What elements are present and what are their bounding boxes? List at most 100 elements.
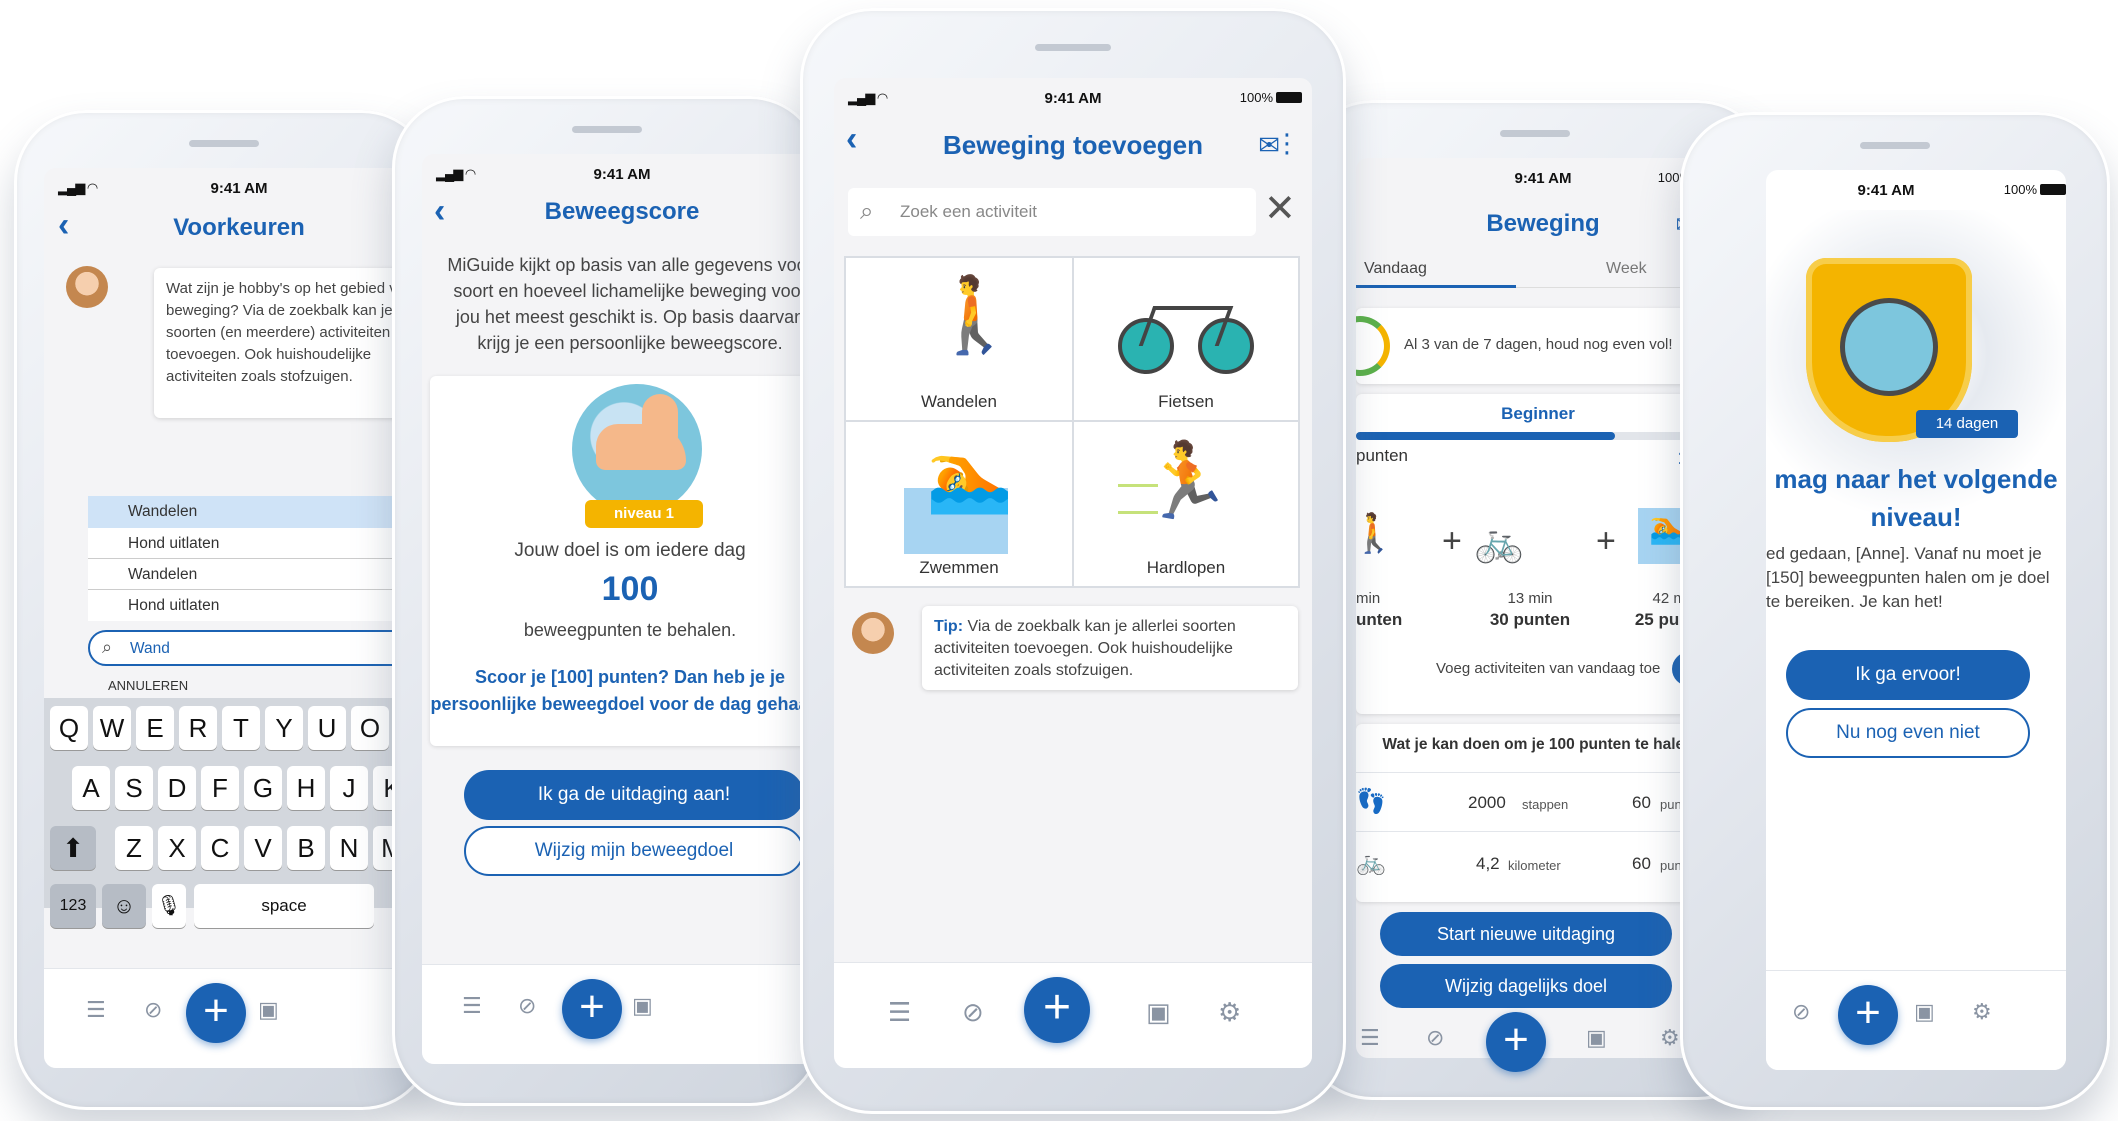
level-progress bbox=[1356, 432, 1716, 440]
key-s[interactable]: S bbox=[115, 766, 153, 810]
chat-icon[interactable]: ▣ bbox=[1914, 999, 1935, 1025]
emoji-key[interactable]: ☺ bbox=[102, 884, 146, 928]
key-r[interactable]: R bbox=[179, 706, 217, 750]
status-bar: 9:41 AM 100% bbox=[1356, 158, 1730, 198]
space-key[interactable]: space bbox=[194, 884, 374, 928]
key-f[interactable]: F bbox=[201, 766, 239, 810]
add-button[interactable]: + bbox=[1486, 1012, 1546, 1072]
mic-key[interactable]: 🎙 bbox=[152, 884, 186, 928]
suggestion-card: Wat je kan doen om je 100 punten te hale… bbox=[1356, 724, 1720, 902]
key-a[interactable]: A bbox=[72, 766, 110, 810]
compass-icon[interactable]: ⊘ bbox=[962, 997, 984, 1028]
key-h[interactable]: H bbox=[287, 766, 325, 810]
accept-button[interactable]: Ik ga ervoor! bbox=[1786, 650, 2030, 700]
table-row: 🚲 4,2 kilometer 60 punten bbox=[1356, 834, 1720, 894]
activity-tile-fietsen[interactable]: Fietsen bbox=[1074, 258, 1298, 420]
list-icon[interactable]: ☰ bbox=[888, 997, 911, 1028]
list-item[interactable]: Wandelen bbox=[88, 496, 434, 528]
decline-button[interactable]: Nu nog even niet bbox=[1786, 708, 2030, 758]
key-c[interactable]: C bbox=[201, 826, 239, 870]
plus-sign: + bbox=[1596, 522, 1616, 560]
list-item[interactable]: Wandelen bbox=[88, 559, 434, 590]
tip-text: Via de zoekbalk kan je allerlei soorten … bbox=[934, 618, 1236, 679]
key-n[interactable]: N bbox=[330, 826, 368, 870]
list-item[interactable]: Hond uitlaten bbox=[88, 528, 434, 559]
chat-icon[interactable]: ▣ bbox=[258, 997, 279, 1023]
key-q[interactable]: Q bbox=[50, 706, 88, 750]
bike-icon: 🚲 bbox=[1474, 520, 1524, 564]
search-input[interactable]: ⌕ Zoek een activiteit bbox=[848, 188, 1256, 236]
key-z[interactable]: Z bbox=[115, 826, 153, 870]
activity-tile-wandelen[interactable]: 🚶 Wandelen bbox=[846, 258, 1072, 420]
tab-bar: ⊘ + ▣ ⚙ bbox=[1766, 970, 2066, 1070]
item-points: unten bbox=[1356, 610, 1403, 629]
key-t[interactable]: T bbox=[222, 706, 260, 750]
more-icon[interactable]: ⋮ bbox=[1274, 128, 1300, 159]
list-icon[interactable]: ☰ bbox=[462, 993, 482, 1019]
compass-icon[interactable]: ⊘ bbox=[518, 993, 536, 1019]
add-button[interactable]: + bbox=[1838, 985, 1898, 1045]
list-icon[interactable]: ☰ bbox=[1360, 1025, 1380, 1051]
key-b[interactable]: B bbox=[287, 826, 325, 870]
avatar bbox=[66, 266, 108, 308]
key-g[interactable]: G bbox=[244, 766, 282, 810]
compass-icon[interactable]: ⊘ bbox=[1792, 999, 1810, 1025]
tab-today[interactable]: Vandaag bbox=[1356, 254, 1516, 288]
battery-indicator: 100% bbox=[2004, 182, 2066, 197]
compass-icon[interactable]: ⊘ bbox=[144, 997, 162, 1023]
key-j[interactable]: J bbox=[330, 766, 368, 810]
gear-icon[interactable]: ⚙ bbox=[1660, 1025, 1680, 1051]
add-today-label: Voeg activiteiten van vandaag toe bbox=[1436, 660, 1661, 677]
status-time: 9:41 AM bbox=[1857, 182, 1915, 199]
activity-label: Hardlopen bbox=[1146, 558, 1226, 577]
start-challenge-button[interactable]: Start nieuwe uitdaging bbox=[1380, 912, 1672, 956]
add-button[interactable]: + bbox=[186, 983, 246, 1043]
speed-lines bbox=[1118, 484, 1158, 514]
shift-key[interactable]: ⬆ bbox=[50, 826, 96, 870]
key-u[interactable]: U bbox=[308, 706, 346, 750]
item-points: 30 punten bbox=[1489, 610, 1571, 629]
hiker-icon: 🚶 bbox=[928, 273, 1021, 356]
activity-label: Fietsen bbox=[1158, 392, 1214, 411]
points-label: punten bbox=[1356, 446, 1408, 465]
change-daily-goal-button[interactable]: Wijzig dagelijks doel bbox=[1380, 964, 1672, 1008]
phone-notch bbox=[1500, 130, 1570, 137]
gear-icon[interactable]: ⚙ bbox=[1972, 999, 1992, 1025]
suggestion-amount: 2000 bbox=[1468, 793, 1506, 812]
list-icon[interactable]: ☰ bbox=[86, 997, 106, 1023]
key-d[interactable]: D bbox=[158, 766, 196, 810]
list-item[interactable]: Hond uitlaten bbox=[88, 590, 434, 621]
numbers-key[interactable]: 123 bbox=[50, 884, 96, 928]
activity-tile-hardlopen[interactable]: 🏃 Hardlopen bbox=[1074, 422, 1298, 586]
compass-icon[interactable]: ⊘ bbox=[1426, 1025, 1444, 1051]
add-button[interactable]: + bbox=[562, 979, 622, 1039]
key-o[interactable]: O bbox=[351, 706, 389, 750]
accept-challenge-button[interactable]: Ik ga de uitdaging aan! bbox=[464, 770, 804, 820]
cancel-button[interactable]: ANNULEREN bbox=[108, 678, 188, 693]
gear-icon[interactable]: ⚙ bbox=[1218, 997, 1241, 1028]
activity-tile-zwemmen[interactable]: 🏊 Zwemmen bbox=[846, 422, 1072, 586]
key-y[interactable]: Y bbox=[265, 706, 303, 750]
phone-notch bbox=[189, 140, 259, 147]
intro-text: MiGuide kijkt op basis van alle gegevens… bbox=[447, 255, 813, 353]
close-icon[interactable]: ✕ bbox=[1264, 186, 1296, 231]
muscle-icon bbox=[572, 384, 702, 514]
screen-voorkeuren: ▂▄▆ ◠ 9:41 AM ‹ Voorkeuren Wat zijn je h… bbox=[44, 168, 434, 1068]
add-button[interactable]: + bbox=[1024, 977, 1090, 1043]
score-card: niveau 1 Jouw doel is om iedere dag 100 … bbox=[430, 376, 822, 746]
key-v[interactable]: V bbox=[244, 826, 282, 870]
search-input[interactable]: ⌕ Wand bbox=[88, 630, 434, 666]
item-time: min bbox=[1356, 590, 1381, 607]
level-card: Beginner punten 100 🚶 + 🚲 + 🏊 min unten … bbox=[1356, 394, 1720, 714]
table-row: 👣 2000 stappen 60 punten bbox=[1356, 772, 1720, 832]
bike-icon bbox=[1118, 288, 1254, 378]
tab-bar: ☰ ⊘ + ▣ bbox=[44, 968, 434, 1068]
chat-icon[interactable]: ▣ bbox=[1146, 997, 1171, 1028]
avatar bbox=[852, 612, 894, 654]
key-x[interactable]: X bbox=[158, 826, 196, 870]
chat-icon[interactable]: ▣ bbox=[1586, 1025, 1607, 1051]
key-w[interactable]: W bbox=[93, 706, 131, 750]
change-goal-button[interactable]: Wijzig mijn beweegdoel bbox=[464, 826, 804, 876]
key-e[interactable]: E bbox=[136, 706, 174, 750]
chat-icon[interactable]: ▣ bbox=[632, 993, 653, 1019]
